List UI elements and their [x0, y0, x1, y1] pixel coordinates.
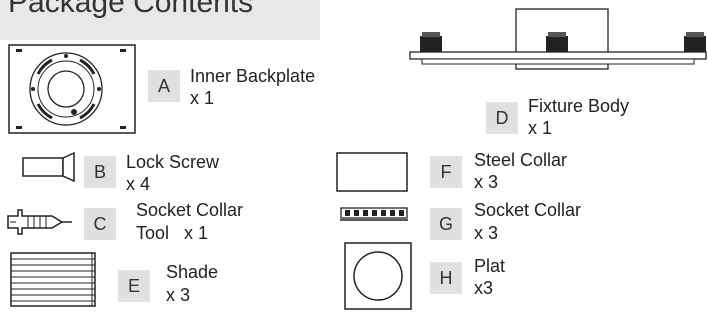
section-title: Package Contents — [8, 0, 254, 19]
item-letter-badge: F — [430, 156, 462, 188]
item-quantity: x 3 — [474, 223, 499, 243]
item-name: Socket Collar — [136, 200, 244, 220]
item-quantity: x 1 — [190, 88, 215, 108]
item-quantity: x3 — [474, 278, 494, 298]
item-name: Plat — [474, 256, 506, 276]
item-quantity: Tool x 1 — [136, 223, 209, 243]
steel-collar-illustration — [336, 152, 408, 192]
item-quantity: x 4 — [126, 174, 151, 194]
socket-collar-illustration — [340, 207, 408, 221]
item-quantity: x 3 — [166, 285, 191, 305]
item-name: Socket Collar — [474, 200, 582, 220]
item-name: Shade — [166, 262, 219, 282]
lock-screw-illustration — [22, 151, 75, 183]
item-name: Steel Collar — [474, 150, 568, 170]
item-quantity: x 3 — [474, 172, 499, 192]
item-letter-badge: G — [430, 208, 462, 240]
fixture-body-illustration — [409, 8, 707, 70]
section-header: Package Contents — [0, 0, 320, 40]
item-name: Lock Screw — [126, 152, 220, 172]
item-letter-badge: A — [148, 70, 180, 102]
item-name: Fixture Body — [528, 96, 630, 116]
item-quantity: x 1 — [528, 118, 553, 138]
shade-illustration — [10, 252, 96, 307]
plat-illustration — [344, 242, 412, 310]
item-letter-badge: D — [486, 102, 518, 134]
item-letter-badge: B — [84, 156, 116, 188]
item-letter-badge: H — [430, 262, 462, 294]
inner-backplate-illustration — [8, 44, 136, 134]
socket-collar-tool-illustration — [7, 209, 72, 235]
item-letter-badge: E — [118, 270, 150, 302]
item-letter-badge: C — [84, 208, 116, 240]
item-name: Inner Backplate — [190, 66, 316, 86]
